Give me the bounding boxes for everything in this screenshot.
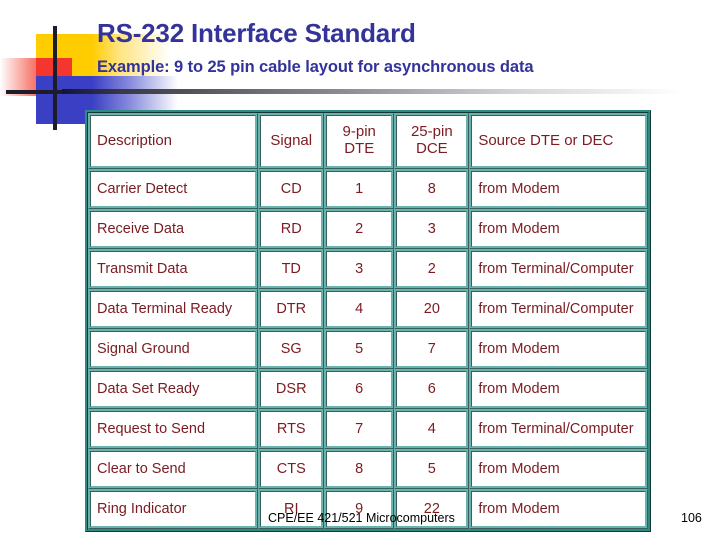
cell-25pin-dce: 20 — [394, 289, 470, 329]
table-row: Clear to Send CTS 8 5 from Modem — [88, 449, 648, 489]
table-row: Data Set Ready DSR 6 6 from Modem — [88, 369, 648, 409]
cell-9pin-dte: 2 — [324, 209, 395, 249]
header-25pin-line1: 25-pin — [410, 123, 453, 141]
table-row: Carrier Detect CD 1 8 from Modem — [88, 169, 648, 209]
cell-signal: DSR — [258, 369, 325, 409]
footer-page-number: 106 — [681, 511, 702, 525]
cell-25pin-dce: 4 — [394, 409, 470, 449]
cell-signal: CD — [258, 169, 325, 209]
cell-9pin-dte: 8 — [324, 449, 395, 489]
cell-source: from Modem — [469, 169, 648, 209]
cell-9pin-dte: 5 — [324, 329, 395, 369]
cell-25pin-dce: 3 — [394, 209, 470, 249]
header-9pin-line2: DTE — [344, 140, 375, 157]
deco-horizontal-line-stub — [6, 90, 62, 94]
rs232-pinout-table-container: Description Signal 9-pin DTE 25-pin DCE … — [85, 110, 651, 532]
deco-blue-square — [36, 76, 92, 124]
cell-25pin-dce: 6 — [394, 369, 470, 409]
cell-source: from Terminal/Computer — [469, 249, 648, 289]
cell-9pin-dte: 3 — [324, 249, 395, 289]
table-row: Data Terminal Ready DTR 4 20 from Termin… — [88, 289, 648, 329]
page-title: RS-232 Interface Standard — [97, 18, 416, 48]
cell-source: from Modem — [469, 449, 648, 489]
cell-25pin-dce: 2 — [394, 249, 470, 289]
header-cell-25pin-dce: 25-pin DCE — [394, 113, 470, 169]
cell-signal: RTS — [258, 409, 325, 449]
cell-source: from Modem — [469, 209, 648, 249]
cell-9pin-dte: 4 — [324, 289, 395, 329]
cell-description: Transmit Data — [88, 249, 259, 289]
cell-25pin-dce: 5 — [394, 449, 470, 489]
cell-25pin-dce: 7 — [394, 329, 470, 369]
header-cell-description: Description — [88, 113, 259, 169]
cell-description: Clear to Send — [88, 449, 259, 489]
cell-9pin-dte: 7 — [324, 409, 395, 449]
cell-description: Signal Ground — [88, 329, 259, 369]
cell-signal: RD — [258, 209, 325, 249]
cell-signal: SG — [258, 329, 325, 369]
cell-signal: CTS — [258, 449, 325, 489]
cell-source: from Modem — [469, 329, 648, 369]
deco-vertical-line — [53, 26, 57, 130]
table-row: Request to Send RTS 7 4 from Terminal/Co… — [88, 409, 648, 449]
header-cell-signal: Signal — [258, 113, 325, 169]
cell-description: Carrier Detect — [88, 169, 259, 209]
rs232-pinout-table: Description Signal 9-pin DTE 25-pin DCE … — [85, 110, 651, 532]
cell-source: from Modem — [469, 489, 648, 529]
deco-red-gradient — [0, 58, 54, 96]
page-subtitle: Example: 9 to 25 pin cable layout for as… — [97, 58, 534, 76]
table-header-row: Description Signal 9-pin DTE 25-pin DCE … — [88, 113, 648, 169]
cell-9pin-dte: 1 — [324, 169, 395, 209]
header-9pin-line1: 9-pin — [342, 123, 376, 141]
table-row: Signal Ground SG 5 7 from Modem — [88, 329, 648, 369]
title-underline-rule — [62, 89, 682, 94]
cell-source: from Modem — [469, 369, 648, 409]
cell-source: from Terminal/Computer — [469, 409, 648, 449]
table-body: Description Signal 9-pin DTE 25-pin DCE … — [88, 113, 648, 529]
table-row: Transmit Data TD 3 2 from Terminal/Compu… — [88, 249, 648, 289]
cell-description: Receive Data — [88, 209, 259, 249]
table-row: Receive Data RD 2 3 from Modem — [88, 209, 648, 249]
footer-course-label: CPE/EE 421/521 Microcomputers — [268, 511, 455, 525]
cell-signal: DTR — [258, 289, 325, 329]
header-cell-9pin-dte: 9-pin DTE — [324, 113, 395, 169]
header-cell-source: Source DTE or DEC — [469, 113, 648, 169]
header-25pin-line2: DCE — [415, 140, 448, 157]
cell-source: from Terminal/Computer — [469, 289, 648, 329]
cell-description: Data Set Ready — [88, 369, 259, 409]
cell-description: Data Terminal Ready — [88, 289, 259, 329]
cell-25pin-dce: 8 — [394, 169, 470, 209]
deco-yellow-square — [36, 34, 92, 76]
cell-9pin-dte: 6 — [324, 369, 395, 409]
cell-description: Request to Send — [88, 409, 259, 449]
cell-signal: TD — [258, 249, 325, 289]
cell-description: Ring Indicator — [88, 489, 259, 529]
